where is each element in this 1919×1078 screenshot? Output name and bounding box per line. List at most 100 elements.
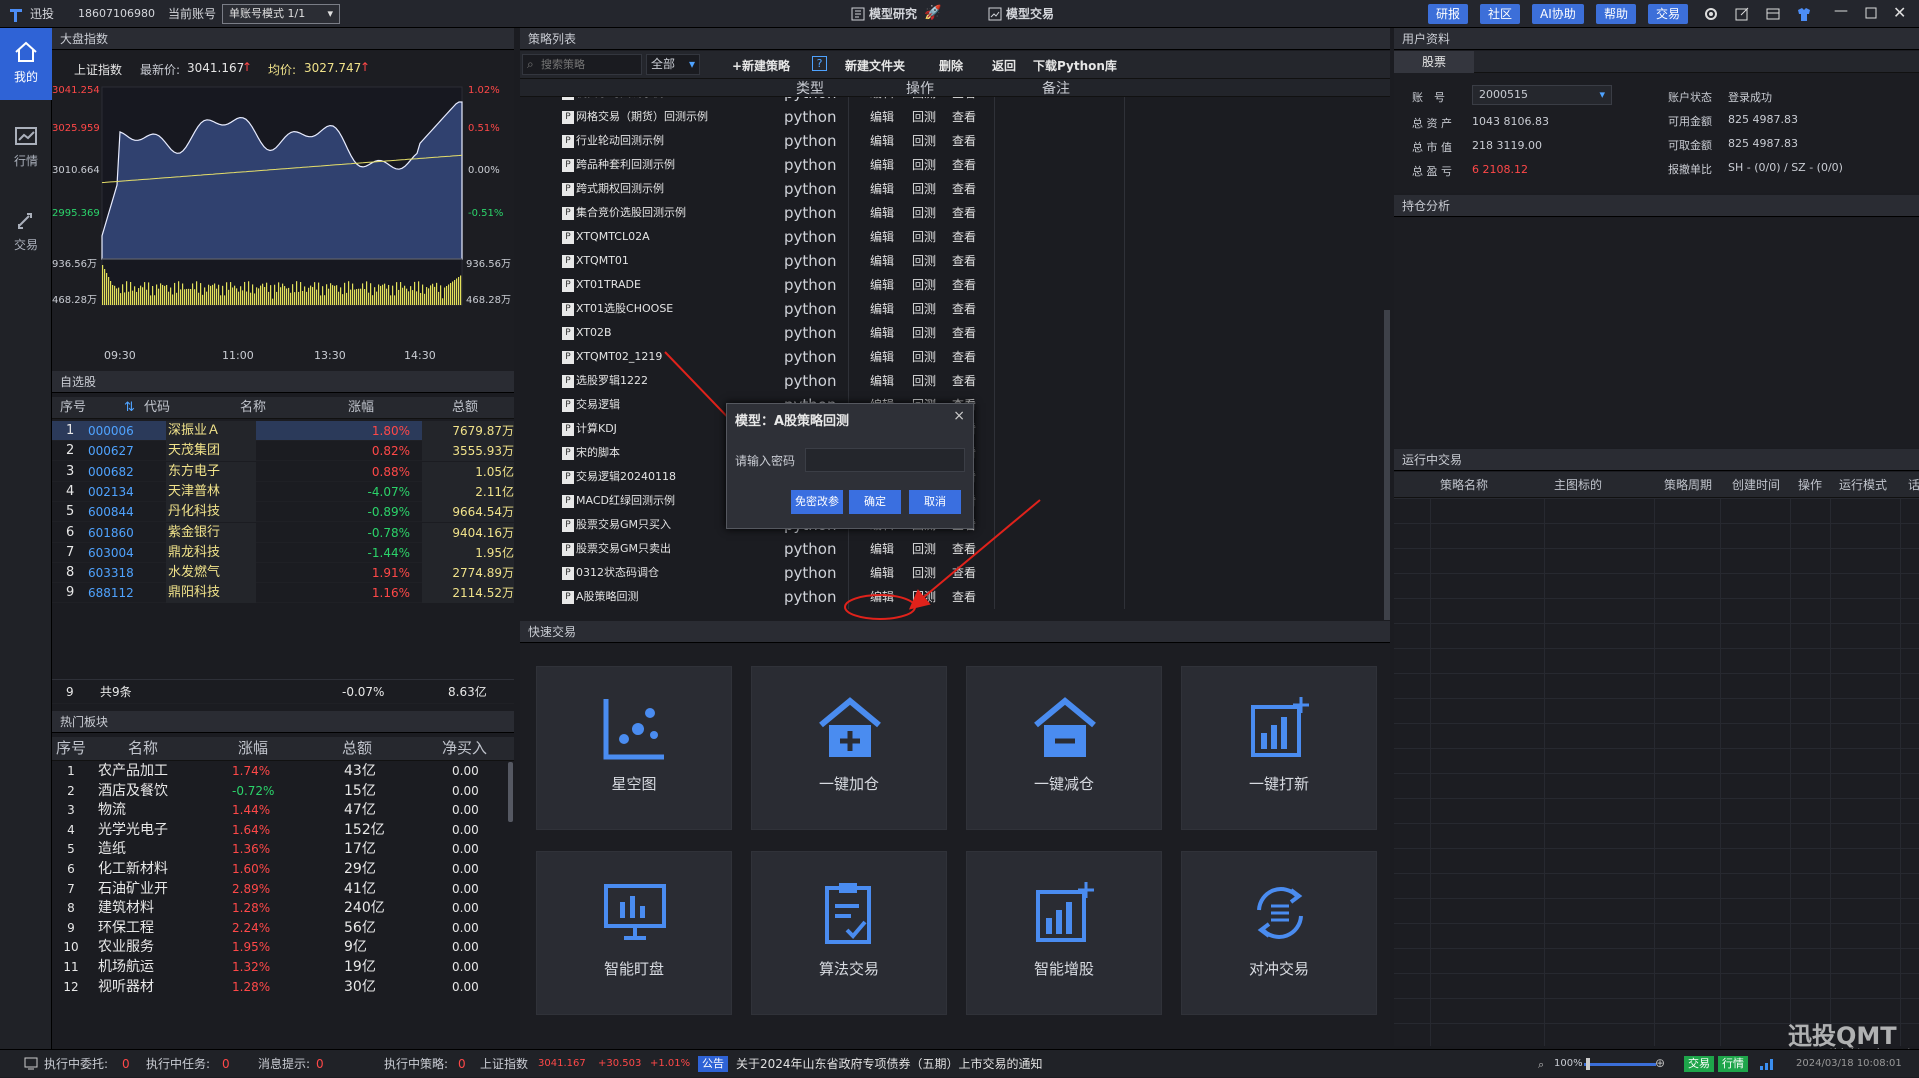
starmap-card[interactable]: 星空图 [536, 666, 732, 830]
backtest-link[interactable]: 回测 [912, 585, 936, 609]
table-row[interactable]: 7 石油矿业开 2.89% 41亿 0.00 [52, 880, 514, 899]
view-link[interactable]: 查看 [952, 153, 976, 177]
table-row[interactable]: 2 000627 天茂集团 0.82% 3555.93万 [52, 441, 514, 462]
col-header[interactable]: 总额 [452, 397, 478, 419]
view-link[interactable]: 查看 [952, 249, 976, 273]
trade-button[interactable]: 交易 [1648, 4, 1689, 24]
password-input[interactable] [805, 448, 965, 472]
notice-text[interactable]: 关于2024年山东省政府专项债券（五期）上市交易的通知 [736, 1050, 1043, 1078]
table-row[interactable]: 6 601860 紫金银行 -0.78% 9404.16万 [52, 522, 514, 543]
strategy-row[interactable]: P 行业轮动回测示例 python 编辑 回测 查看 [520, 129, 1390, 153]
zoom-in-icon[interactable]: ⊕ [1655, 1056, 1665, 1070]
help-icon[interactable]: ? [812, 56, 827, 71]
shirt-icon[interactable] [1796, 6, 1812, 25]
table-row[interactable]: 12 视听器材 1.28% 30亿 0.00 [52, 978, 514, 997]
backtest-link[interactable]: 回测 [912, 177, 936, 201]
no-password-button[interactable]: 免密改参 [791, 490, 843, 514]
view-link[interactable]: 查看 [952, 105, 976, 129]
backtest-link[interactable]: 回测 [912, 369, 936, 393]
table-row[interactable]: 1 农产品加工 1.74% 43亿 0.00 [52, 762, 514, 781]
backtest-link[interactable]: 回测 [912, 249, 936, 273]
view-link[interactable]: 查看 [952, 585, 976, 609]
edit-icon[interactable] [1734, 6, 1750, 25]
edit-link[interactable]: 编辑 [870, 105, 894, 129]
edit-link[interactable]: 编辑 [870, 273, 894, 297]
delete-button[interactable]: 删除 [939, 57, 963, 74]
table-row[interactable]: 3 物流 1.44% 47亿 0.00 [52, 801, 514, 820]
table-row[interactable]: 8 603318 水发燃气 1.91% 2774.89万 [52, 563, 514, 584]
nav-trade[interactable]: 交易 [0, 196, 52, 268]
hedge-trade-card[interactable]: 对冲交易 [1181, 851, 1377, 1015]
edit-link[interactable]: 编辑 [870, 225, 894, 249]
zoom-out-icon[interactable]: ⌕ [1538, 1058, 1544, 1072]
zoom-slider-handle[interactable] [1586, 1058, 1590, 1070]
tab-model-research[interactable]: 模型研究 [869, 0, 917, 28]
edit-link[interactable]: 编辑 [870, 177, 894, 201]
close-icon[interactable]: ✕ [1893, 3, 1906, 22]
backtest-link[interactable]: 回测 [912, 537, 936, 561]
filter-select[interactable]: 全部 ▾ [646, 54, 700, 75]
col-header[interactable]: 序号 [56, 737, 86, 759]
add-position-card[interactable]: 一键加仓 [751, 666, 947, 830]
view-link[interactable]: 查看 [952, 129, 976, 153]
col-header[interactable]: 总额 [342, 737, 372, 759]
table-row[interactable]: 1 000006 深振业Ａ 1.80% 7679.87万 [52, 421, 514, 441]
close-icon[interactable]: × [953, 408, 965, 424]
strategy-row[interactable]: P 股票交易GM只卖出 python 编辑 回测 查看 [520, 537, 1390, 561]
view-link[interactable]: 查看 [952, 369, 976, 393]
reduce-position-card[interactable]: 一键减仓 [966, 666, 1162, 830]
view-link[interactable]: 查看 [952, 321, 976, 345]
edit-link[interactable]: 编辑 [870, 585, 894, 609]
edit-link[interactable]: 编辑 [870, 249, 894, 273]
community-button[interactable]: 社区 [1480, 4, 1521, 24]
backtest-link[interactable]: 回测 [912, 129, 936, 153]
research-report-button[interactable]: 研报 [1428, 4, 1469, 24]
table-row[interactable]: 7 603004 鼎龙科技 -1.44% 1.95亿 [52, 542, 514, 563]
strategy-row[interactable]: P 跨品种套利回测示例 python 编辑 回测 查看 [520, 153, 1390, 177]
strategy-row[interactable]: P 0312状态码调仓 python 编辑 回测 查看 [520, 561, 1390, 585]
cancel-button[interactable]: 取消 [909, 490, 961, 514]
backtest-link[interactable]: 回测 [912, 273, 936, 297]
confirm-button[interactable]: 确定 [849, 490, 901, 514]
view-link[interactable]: 查看 [952, 225, 976, 249]
maximize-icon[interactable] [1864, 6, 1878, 23]
gear-icon[interactable] [1703, 6, 1719, 25]
backtest-link[interactable]: 回测 [912, 225, 936, 249]
col-header[interactable]: 名称 [128, 737, 158, 759]
ai-assist-button[interactable]: AI协助 [1532, 4, 1584, 24]
table-row[interactable]: 4 光学光电子 1.64% 152亿 0.00 [52, 821, 514, 840]
smart-add-card[interactable]: 智能增股 [966, 851, 1162, 1015]
edit-link[interactable]: 编辑 [870, 201, 894, 225]
table-row[interactable]: 5 600844 丹化科技 -0.89% 9664.54万 [52, 502, 514, 523]
strategy-row[interactable]: P XT02B python 编辑 回测 查看 [520, 321, 1390, 345]
view-link[interactable]: 查看 [952, 537, 976, 561]
download-python-button[interactable]: 下载Python库 [1033, 57, 1117, 74]
table-row[interactable]: 10 农业服务 1.95% 9亿 0.00 [52, 938, 514, 957]
backtest-link[interactable]: 回测 [912, 153, 936, 177]
smart-monitor-card[interactable]: 智能盯盘 [536, 851, 732, 1015]
edit-link[interactable]: 编辑 [870, 369, 894, 393]
edit-link[interactable]: 编辑 [870, 129, 894, 153]
account-mode-select[interactable]: 单账号模式 1/1 ▾ [222, 4, 340, 24]
backtest-link[interactable]: 回测 [912, 105, 936, 129]
view-link[interactable]: 查看 [952, 345, 976, 369]
table-row[interactable]: 4 002134 天津普林 -4.07% 2.11亿 [52, 481, 514, 502]
col-header[interactable]: 净买入 [442, 737, 487, 759]
view-link[interactable]: 查看 [952, 273, 976, 297]
backtest-link[interactable]: 回测 [912, 345, 936, 369]
edit-link[interactable]: 编辑 [870, 561, 894, 585]
backtest-link[interactable]: 回测 [912, 561, 936, 585]
ipo-subscribe-card[interactable]: 一键打新 [1181, 666, 1377, 830]
col-header[interactable]: 名称 [240, 397, 266, 419]
strategy-row[interactable]: P XT01选股CHOOSE python 编辑 回测 查看 [520, 297, 1390, 321]
minimize-icon[interactable]: — [1834, 3, 1848, 19]
strategy-row[interactable]: P XTQMT02_1219 python 编辑 回测 查看 [520, 345, 1390, 369]
col-header[interactable]: 序号 [60, 397, 86, 419]
new-folder-button[interactable]: 新建文件夹 [845, 57, 905, 74]
edit-link[interactable]: 编辑 [870, 345, 894, 369]
strategy-row[interactable]: P XTQMT01 python 编辑 回测 查看 [520, 249, 1390, 273]
backtest-link[interactable]: 回测 [912, 297, 936, 321]
search-box[interactable]: ⌕ [522, 54, 642, 75]
scrollbar-thumb[interactable] [508, 762, 513, 822]
table-row[interactable]: 5 造纸 1.36% 17亿 0.00 [52, 840, 514, 859]
